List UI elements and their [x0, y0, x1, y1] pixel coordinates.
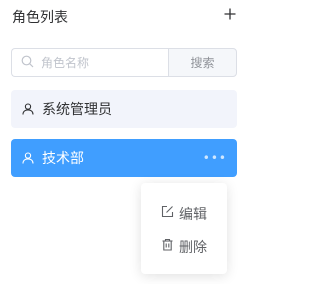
- edit-icon: [161, 205, 174, 222]
- add-role-button[interactable]: [220, 4, 240, 24]
- user-icon: [22, 149, 34, 168]
- role-list: 系统管理员 技术部 •••: [11, 90, 237, 188]
- plus-icon: [224, 5, 236, 24]
- more-options-icon[interactable]: •••: [203, 151, 227, 165]
- role-item-label: 系统管理员: [42, 102, 112, 118]
- role-item-tech-dept[interactable]: 技术部 •••: [11, 139, 237, 177]
- role-panel: 角色列表 搜索 系: [0, 0, 249, 284]
- role-context-menu: 编辑 删除: [141, 183, 227, 274]
- search-bar: 搜索: [11, 48, 237, 77]
- menu-item-delete[interactable]: 删除: [141, 230, 227, 263]
- role-item-system-admin[interactable]: 系统管理员: [11, 90, 237, 128]
- page-title: 角色列表: [12, 10, 68, 26]
- search-input[interactable]: [41, 55, 161, 70]
- menu-item-label: 删除: [179, 239, 207, 256]
- menu-item-label: 编辑: [179, 206, 207, 223]
- search-button[interactable]: 搜索: [168, 48, 237, 77]
- search-field[interactable]: [11, 48, 168, 77]
- role-item-label: 技术部: [42, 151, 84, 167]
- search-icon: [21, 53, 34, 72]
- user-icon: [22, 100, 34, 119]
- trash-icon: [161, 238, 174, 255]
- menu-item-edit[interactable]: 编辑: [141, 197, 227, 230]
